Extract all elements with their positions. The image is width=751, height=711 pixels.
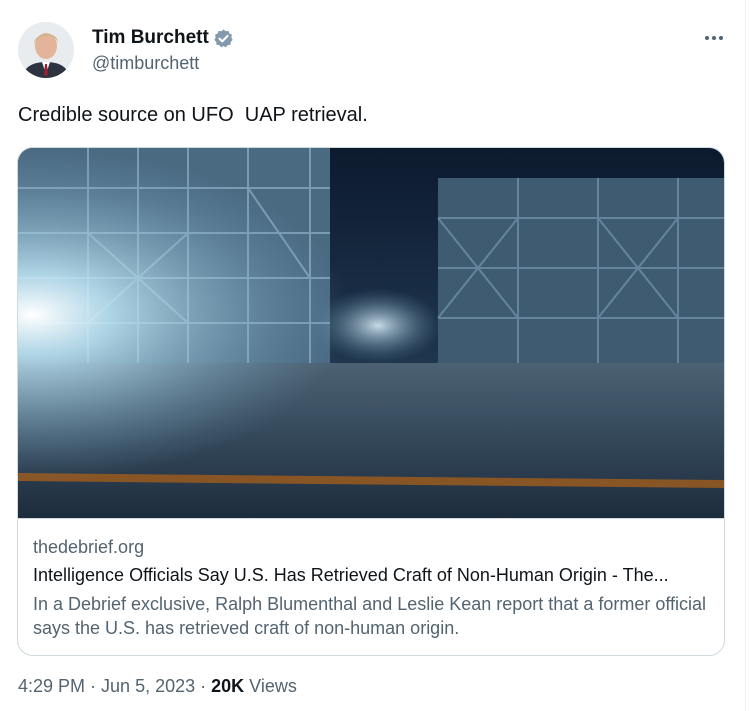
separator: · xyxy=(85,676,102,696)
tweet-container: Tim Burchett @timburchett Credible sourc… xyxy=(0,0,746,711)
dot xyxy=(719,36,723,40)
card-image-hangar xyxy=(18,148,724,518)
more-options-icon[interactable] xyxy=(700,26,728,50)
author-handle[interactable]: @timburchett xyxy=(92,53,199,74)
tweet-date[interactable]: Jun 5, 2023 xyxy=(101,676,195,697)
views-label: Views xyxy=(244,676,297,696)
dot xyxy=(712,36,716,40)
card-meta: thedebrief.org Intelligence Officials Sa… xyxy=(18,518,724,655)
card-title: Intelligence Officials Say U.S. Has Retr… xyxy=(33,565,669,585)
author-name[interactable]: Tim Burchett xyxy=(92,27,209,49)
tweet-time[interactable]: 4:29 PM xyxy=(18,676,85,697)
author-name-row: Tim Burchett xyxy=(92,27,234,49)
tweet-footer: 4:29 PM · Jun 5, 2023 · 20K Views xyxy=(18,676,297,697)
link-card[interactable]: thedebrief.org Intelligence Officials Sa… xyxy=(17,147,725,656)
card-description: In a Debrief exclusive, Ralph Blumenthal… xyxy=(33,594,707,638)
avatar-image xyxy=(18,22,74,78)
views-count: 20K xyxy=(211,676,245,696)
dot xyxy=(705,36,709,40)
verified-badge-icon[interactable] xyxy=(213,28,234,49)
tweet-text: Credible source on UFO UAP retrieval. xyxy=(18,104,368,126)
avatar[interactable] xyxy=(18,22,74,78)
separator: · xyxy=(195,676,212,696)
card-domain: thedebrief.org xyxy=(33,537,145,557)
